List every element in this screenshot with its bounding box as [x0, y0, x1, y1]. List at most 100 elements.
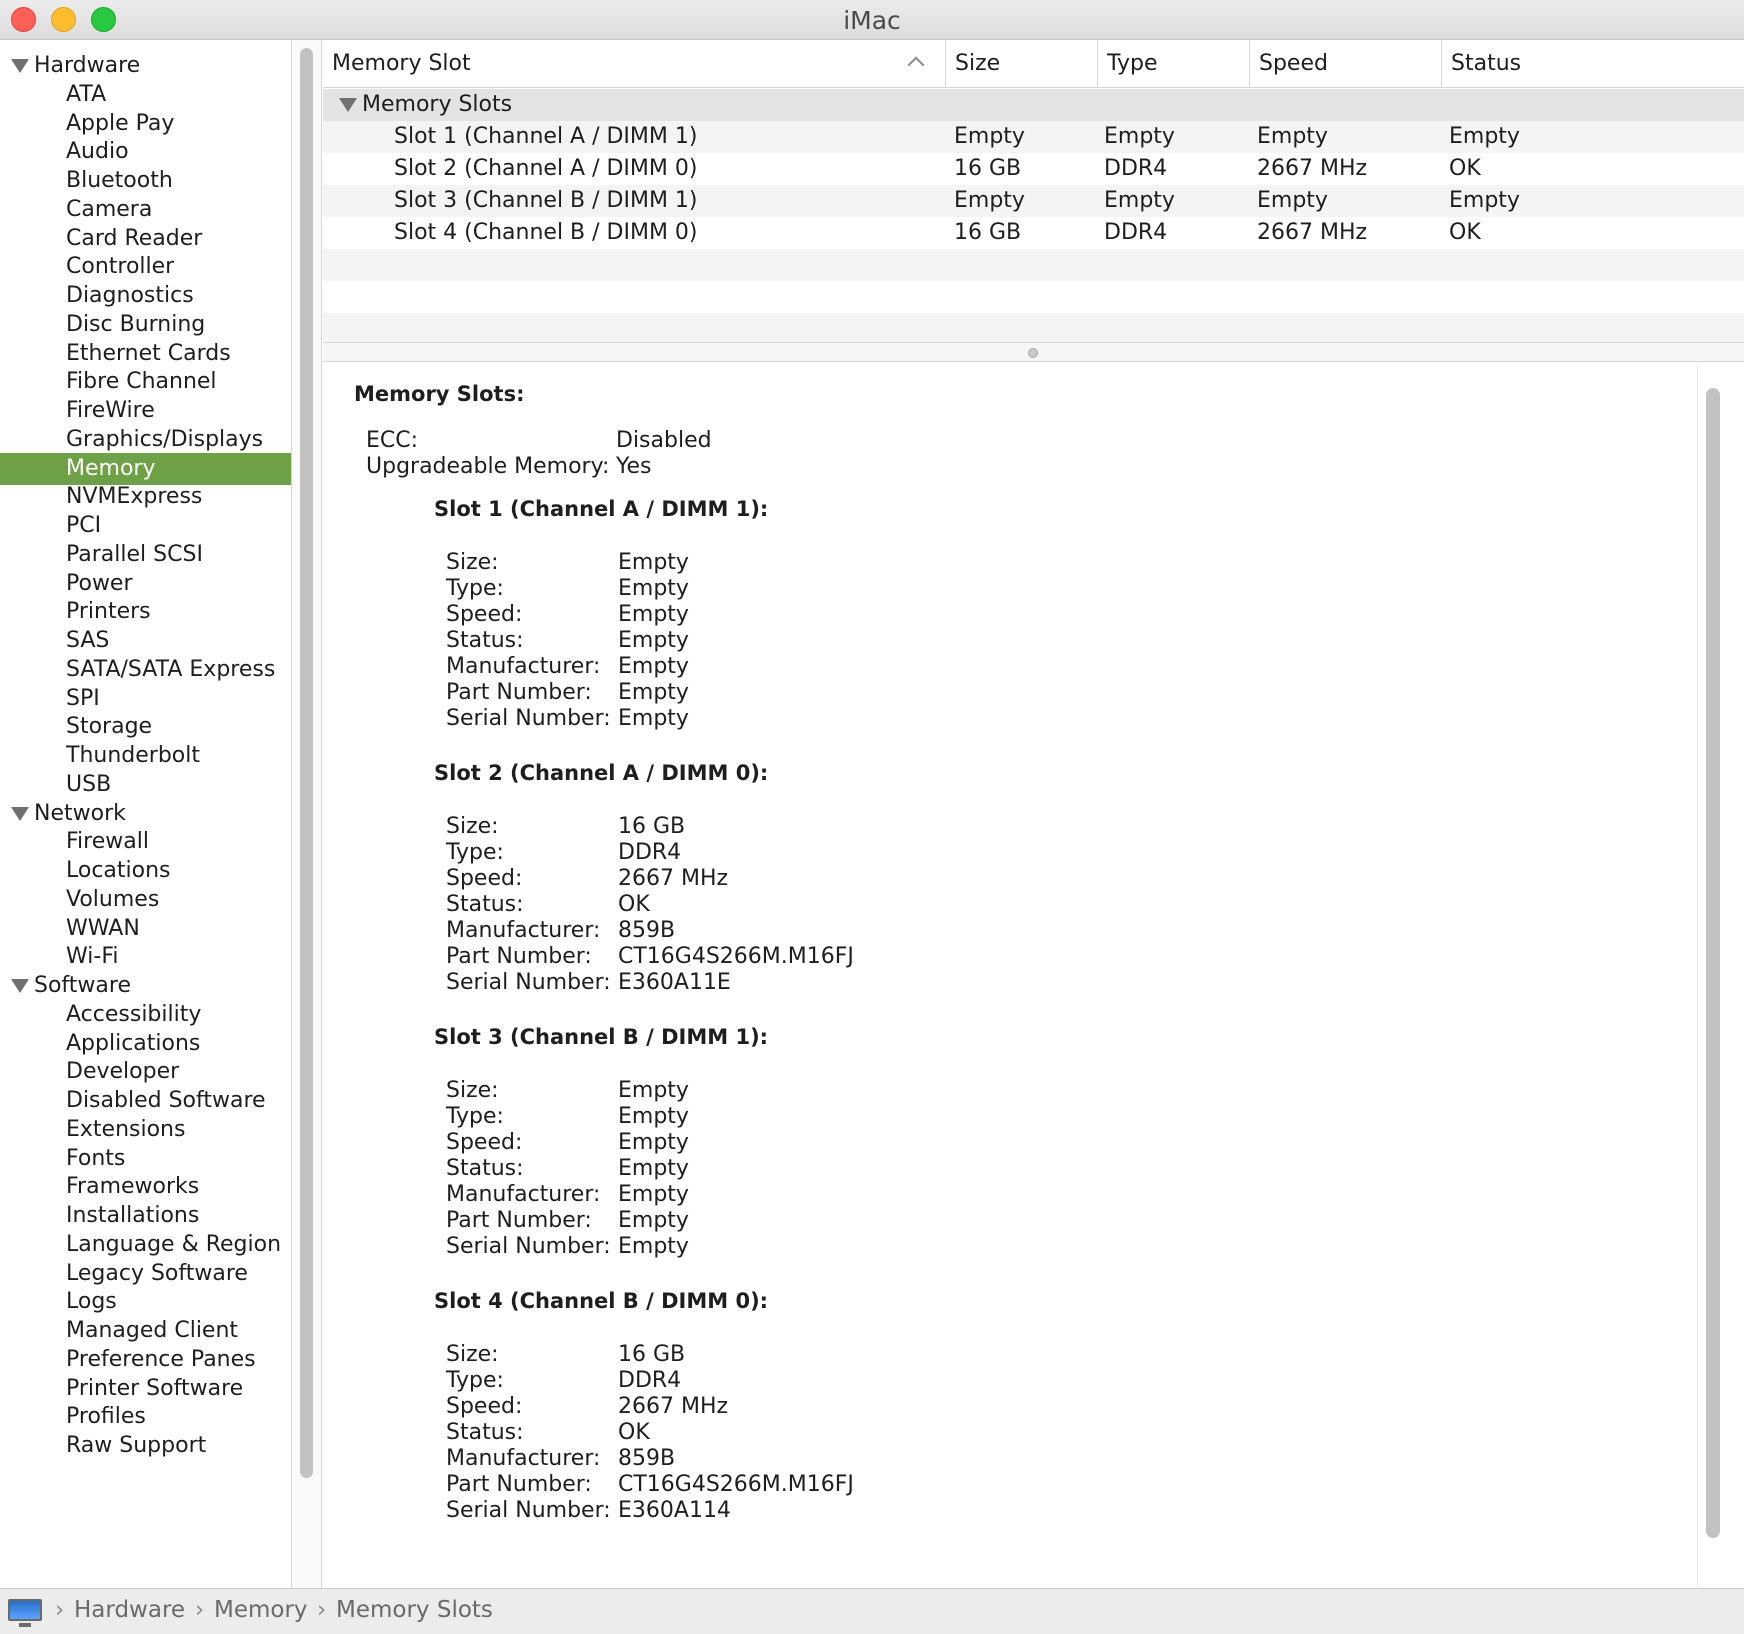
sidebar-item-printers[interactable]: Printers — [0, 596, 291, 628]
sidebar-item-controller[interactable]: Controller — [0, 251, 291, 283]
sidebar-item-language-region[interactable]: Language & Region — [0, 1229, 291, 1261]
disclosure-triangle-icon[interactable] — [11, 979, 29, 993]
detail-key: ECC: — [366, 428, 419, 453]
detail-key: Manufacturer: — [446, 1446, 601, 1471]
sidebar-item-label: Accessibility — [66, 1001, 202, 1027]
sidebar-group-software[interactable]: Software — [0, 970, 291, 1002]
sidebar-item-audio[interactable]: Audio — [0, 136, 291, 168]
detail-key: Speed: — [446, 1130, 523, 1155]
sidebar-item-bluetooth[interactable]: Bluetooth — [0, 165, 291, 197]
disclosure-triangle-icon[interactable] — [11, 806, 29, 821]
sidebar-item-pci[interactable]: PCI — [0, 510, 291, 542]
column-header-memory-slot[interactable]: Memory Slot — [323, 40, 945, 88]
table-row[interactable]: Slot 2 (Channel A / DIMM 0) 16 GB DDR4 2667… — [323, 153, 1744, 185]
sidebar-item-wwan[interactable]: WWAN — [0, 913, 291, 945]
sidebar-item-wi-fi[interactable]: Wi-Fi — [0, 941, 291, 973]
table-group-memory-slots[interactable]: Memory Slots — [323, 89, 1744, 121]
sidebar-item-preference-panes[interactable]: Preference Panes — [0, 1344, 291, 1376]
table-cell-type: Empty — [1104, 188, 1175, 213]
breadcrumb-hardware[interactable]: Hardware — [74, 1597, 185, 1623]
detail-value: Empty — [618, 628, 689, 653]
sidebar-item-nvmexpress[interactable]: NVMExpress — [0, 481, 291, 513]
splitter-handle-icon[interactable] — [1028, 348, 1038, 358]
sidebar-item-label: Hardware — [34, 53, 141, 78]
sidebar-item-label: Printer Software — [66, 1375, 244, 1401]
sidebar-item-label: SAS — [66, 628, 110, 653]
sidebar-item-managed-client[interactable]: Managed Client — [0, 1315, 291, 1347]
sidebar-item-accessibility[interactable]: Accessibility — [0, 999, 291, 1031]
sidebar-item-label: Network — [34, 800, 126, 826]
sidebar-item-parallel-scsi[interactable]: Parallel SCSI — [0, 539, 291, 571]
table-row[interactable]: Slot 1 (Channel A / DIMM 1) Empty Empty Emp… — [323, 121, 1744, 153]
sidebar-item-locations[interactable]: Locations — [0, 855, 291, 887]
sidebar-item-thunderbolt[interactable]: Thunderbolt — [0, 740, 291, 772]
breadcrumb-memory-slots[interactable]: Memory Slots — [336, 1597, 493, 1623]
sidebar-item-ata[interactable]: ATA — [0, 79, 291, 111]
sidebar-item-apple-pay[interactable]: Apple Pay — [0, 108, 291, 140]
column-header-size[interactable]: Size — [945, 40, 1097, 88]
sidebar-item-graphics-displays[interactable]: Graphics/Displays — [0, 424, 291, 456]
pane-splitter[interactable] — [323, 342, 1744, 362]
detail-value: E360A11E — [618, 970, 731, 995]
sidebar-item-installations[interactable]: Installations — [0, 1200, 291, 1232]
sidebar-item-label: Apple Pay — [66, 110, 175, 136]
sidebar-group-network[interactable]: Network — [0, 798, 291, 830]
table-row[interactable]: Slot 4 (Channel B / DIMM 0) 16 GB DDR4 2667… — [323, 217, 1744, 249]
sidebar-item-firewire[interactable]: FireWire — [0, 395, 291, 427]
main-content: Memory Slot Size Type Speed Status Memor… — [323, 40, 1744, 1588]
sidebar-item-card-reader[interactable]: Card Reader — [0, 223, 291, 255]
sidebar-item-legacy-software[interactable]: Legacy Software — [0, 1258, 291, 1290]
detail-scrollbar-thumb[interactable] — [1706, 388, 1720, 1538]
breadcrumb-memory[interactable]: Memory — [214, 1597, 308, 1623]
sidebar-item-camera[interactable]: Camera — [0, 194, 291, 226]
disclosure-triangle-icon[interactable] — [339, 98, 357, 112]
detail-key: Size: — [446, 1078, 499, 1103]
table-cell-type: Empty — [1104, 124, 1175, 149]
column-header-status[interactable]: Status — [1441, 40, 1744, 88]
sidebar-item-fibre-channel[interactable]: Fibre Channel — [0, 366, 291, 398]
detail-value: 859B — [618, 918, 676, 943]
sidebar-item-applications[interactable]: Applications — [0, 1028, 291, 1060]
sidebar-scrollbar-thumb[interactable] — [300, 48, 313, 1478]
column-header-speed[interactable]: Speed — [1249, 40, 1441, 88]
detail-key: Speed: — [446, 1394, 523, 1419]
sidebar-item-sata-sata-express[interactable]: SATA/SATA Express — [0, 654, 291, 686]
table-cell-memory-slot: Slot 1 (Channel A / DIMM 1) — [394, 124, 698, 149]
sidebar-item-label: Developer — [66, 1059, 180, 1085]
sidebar-item-sas[interactable]: SAS — [0, 625, 291, 657]
slot-detail-title: Slot 2 (Channel A / DIMM 0): — [434, 761, 769, 785]
detail-value: Empty — [618, 680, 689, 705]
disclosure-triangle-icon[interactable] — [11, 59, 29, 73]
sidebar-item-disc-burning[interactable]: Disc Burning — [0, 309, 291, 341]
sidebar-item-profiles[interactable]: Profiles — [0, 1401, 291, 1433]
detail-key: Part Number: — [446, 944, 592, 969]
sidebar-item-logs[interactable]: Logs — [0, 1286, 291, 1318]
detail-scrollbar[interactable] — [1697, 362, 1744, 1588]
title-bar: iMac — [0, 0, 1744, 40]
sidebar-item-storage[interactable]: Storage — [0, 711, 291, 743]
sidebar-item-raw-support[interactable]: Raw Support — [0, 1430, 291, 1462]
sidebar-scrollbar[interactable] — [292, 40, 322, 1588]
sidebar-item-diagnostics[interactable]: Diagnostics — [0, 280, 291, 312]
table-row[interactable]: Slot 3 (Channel B / DIMM 1) Empty Empty Emp… — [323, 185, 1744, 217]
sidebar-item-fonts[interactable]: Fonts — [0, 1143, 291, 1175]
sidebar-item-spi[interactable]: SPI — [0, 683, 291, 715]
detail-key: Part Number: — [446, 1208, 592, 1233]
sidebar-group-hardware[interactable]: Hardware — [0, 50, 291, 82]
column-header-type[interactable]: Type — [1097, 40, 1249, 88]
sidebar-item-disabled-software[interactable]: Disabled Software — [0, 1085, 291, 1117]
sidebar-item-firewall[interactable]: Firewall — [0, 826, 291, 858]
sidebar-item-extensions[interactable]: Extensions — [0, 1114, 291, 1146]
sidebar-item-ethernet-cards[interactable]: Ethernet Cards — [0, 338, 291, 370]
sidebar-item-label: Camera — [66, 196, 153, 222]
sidebar-item-usb[interactable]: USB — [0, 769, 291, 801]
sidebar-item-developer[interactable]: Developer — [0, 1056, 291, 1088]
detail-key: Type: — [446, 576, 504, 601]
sidebar-item-memory[interactable]: Memory — [0, 452, 291, 485]
sidebar-item-power[interactable]: Power — [0, 568, 291, 600]
sidebar-item-printer-software[interactable]: Printer Software — [0, 1373, 291, 1405]
detail-value: Empty — [618, 1182, 689, 1207]
sidebar-item-volumes[interactable]: Volumes — [0, 884, 291, 916]
detail-title: Memory Slots: — [354, 382, 525, 406]
sidebar-item-frameworks[interactable]: Frameworks — [0, 1171, 291, 1203]
